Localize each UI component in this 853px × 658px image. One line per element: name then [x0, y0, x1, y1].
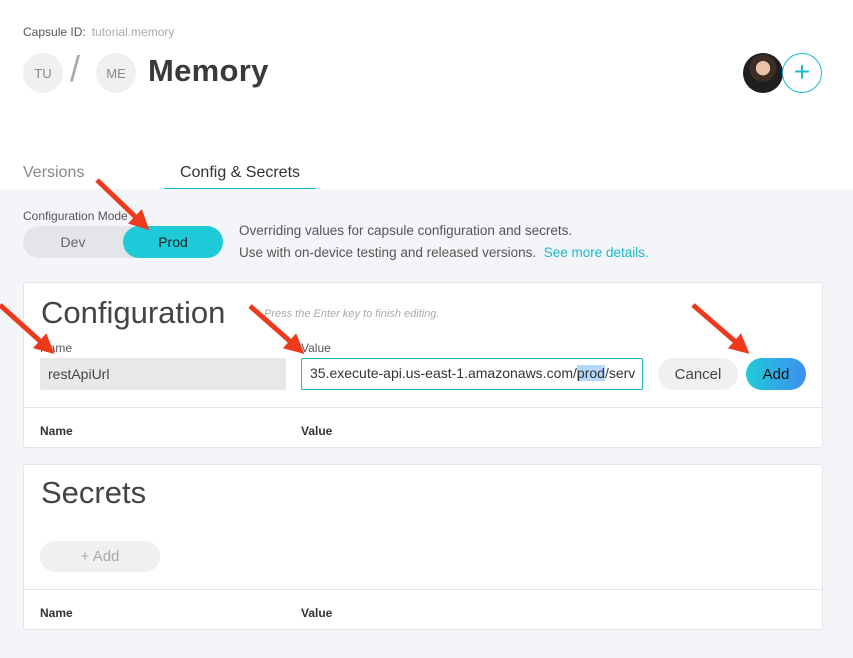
- column-header-value: Value: [301, 424, 333, 438]
- add-config-button[interactable]: Add: [746, 358, 806, 390]
- avatar[interactable]: [743, 53, 783, 93]
- configuration-title: Configuration: [41, 295, 226, 330]
- value-text-selected: prod: [576, 365, 605, 381]
- breadcrumb-team[interactable]: TU: [23, 53, 63, 93]
- capsule-id-label: Capsule ID:: [23, 25, 86, 39]
- configuration-mode-label: Configuration Mode: [23, 209, 128, 223]
- add-secret-button[interactable]: + Add: [40, 541, 160, 572]
- mode-description-line-1: Overriding values for capsule configurat…: [239, 223, 573, 238]
- mode-description-line-2: Use with on-device testing and released …: [239, 245, 537, 260]
- cancel-button[interactable]: Cancel: [658, 358, 738, 390]
- edit-hint: Press the Enter key to finish editing.: [264, 308, 440, 320]
- divider: [24, 589, 822, 590]
- name-field-label: Name: [40, 341, 73, 355]
- breadcrumb-separator: /: [70, 48, 81, 89]
- mode-prod-option[interactable]: Prod: [123, 226, 223, 258]
- tab-config-secrets[interactable]: Config & Secrets: [164, 164, 316, 190]
- value-text-after: /serv: [604, 365, 636, 381]
- config-value-input[interactable]: 35.execute-api.us-east-1.amazonaws.com/p…: [301, 358, 643, 390]
- value-text-before: 35.execute-api.us-east-1.amazonaws.com/: [310, 365, 577, 381]
- capsule-id: Capsule ID: tutorial.memory: [23, 25, 174, 39]
- add-collaborator-button[interactable]: +: [782, 53, 822, 93]
- column-header-name: Name: [40, 606, 73, 620]
- capsule-id-value: tutorial.memory: [91, 25, 175, 39]
- value-field-label: Value: [301, 341, 331, 355]
- see-more-details-link[interactable]: See more details.: [544, 245, 649, 260]
- column-header-value: Value: [301, 606, 333, 620]
- tab-versions[interactable]: Versions: [23, 164, 84, 190]
- mode-dev-option[interactable]: Dev: [23, 226, 123, 258]
- breadcrumb-capsule[interactable]: ME: [96, 53, 136, 93]
- secrets-card: Secrets + Add Name Value: [23, 464, 823, 630]
- configuration-mode-toggle: Dev Prod: [23, 226, 223, 258]
- mode-description: Overriding values for capsule configurat…: [239, 220, 649, 264]
- secrets-title: Secrets: [41, 475, 147, 510]
- page-title: Memory: [148, 53, 269, 88]
- column-header-name: Name: [40, 424, 73, 438]
- config-name-input[interactable]: [40, 358, 286, 390]
- configuration-card: Configuration Press the Enter key to fin…: [23, 282, 823, 448]
- divider: [24, 407, 822, 408]
